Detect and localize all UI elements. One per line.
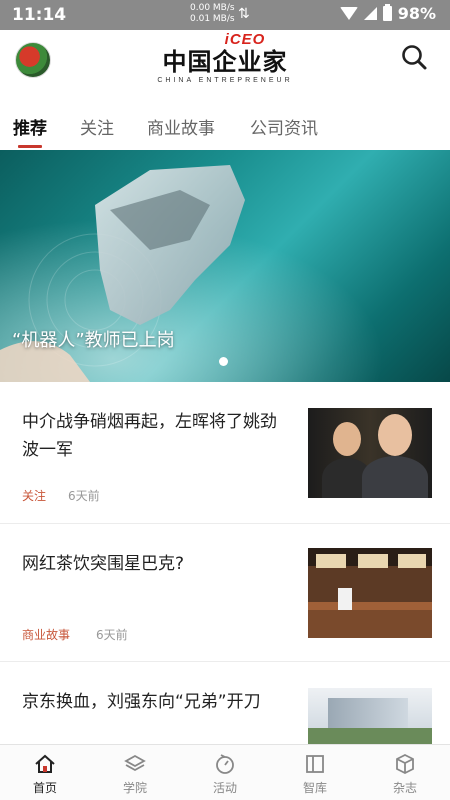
article-time: 6天前 xyxy=(96,628,128,642)
logo-subtext: CHINA ENTREPRENEUR xyxy=(157,77,293,84)
home-icon xyxy=(35,754,55,773)
tab-recommend[interactable]: 推荐 xyxy=(13,114,47,139)
nav-label: 智库 xyxy=(302,781,327,795)
app-header: iCEO 中国企业家 CHINA ENTREPRENEUR xyxy=(0,30,450,96)
banner-carousel[interactable]: “机器人”教师已上岗 xyxy=(0,150,450,382)
article-item[interactable]: 中介战争硝烟再起，左晖将了姚劲波一军 关注 6天前 xyxy=(0,384,450,524)
bottom-navigation: 首页 学院 活动 智库 杂志 xyxy=(0,744,450,800)
signal-icon xyxy=(363,7,377,20)
article-thumbnail xyxy=(308,688,432,744)
battery-level: 98% xyxy=(397,4,436,23)
network-up: 0.00 MB/s xyxy=(190,3,235,13)
search-icon[interactable] xyxy=(400,43,428,71)
nav-label: 杂志 xyxy=(392,781,417,795)
activity-icon xyxy=(216,754,234,774)
nav-home[interactable]: 首页 xyxy=(0,745,90,800)
avatar[interactable] xyxy=(15,42,51,78)
nav-label: 学院 xyxy=(122,781,147,795)
article-tag: 关注 xyxy=(22,489,47,503)
nav-think-tank[interactable]: 智库 xyxy=(270,745,360,800)
status-time: 11:14 xyxy=(12,5,67,25)
layers-icon xyxy=(124,754,146,772)
article-title: 网红茶饮突围星巴克? xyxy=(22,554,185,574)
app-logo: iCEO 中国企业家 CHINA ENTREPRENEUR xyxy=(150,32,300,90)
logo-text: 中国企业家 xyxy=(162,47,288,76)
logo-mark: iCEO xyxy=(224,31,266,48)
nav-label: 活动 xyxy=(212,781,237,795)
battery-icon xyxy=(382,4,392,21)
tab-company-news[interactable]: 公司资讯 xyxy=(250,114,318,139)
tab-follow[interactable]: 关注 xyxy=(80,114,114,139)
banner-title: “机器人”教师已上岗 xyxy=(12,330,175,351)
article-item[interactable]: 网红茶饮突围星巴克? 商业故事 6天前 xyxy=(0,522,450,662)
article-title: 中介战争硝烟再起，左晖将了姚劲波一军 xyxy=(22,412,277,460)
nav-magazine[interactable]: 杂志 xyxy=(360,745,450,800)
wifi-icon xyxy=(339,7,358,20)
nav-label: 首页 xyxy=(32,781,57,795)
nav-events[interactable]: 活动 xyxy=(180,745,270,800)
status-bar: 11:14 0.00 MB/s 0.01 MB/s ⇅ 98% xyxy=(0,0,450,30)
category-tabs: 推荐 关注 商业故事 公司资讯 xyxy=(0,106,450,150)
article-thumbnail xyxy=(308,408,432,498)
box-icon xyxy=(396,753,414,775)
nav-academy[interactable]: 学院 xyxy=(90,745,180,800)
carousel-indicator xyxy=(219,357,228,366)
article-tag: 商业故事 xyxy=(22,628,71,642)
book-icon xyxy=(306,755,324,773)
article-title: 京东换血，刘强东向“兄弟”开刀 xyxy=(22,692,261,712)
data-transfer-icon: ⇅ xyxy=(238,6,250,22)
tab-active-indicator xyxy=(18,145,42,148)
article-time: 6天前 xyxy=(68,489,100,503)
tab-business-stories[interactable]: 商业故事 xyxy=(147,114,215,139)
network-down: 0.01 MB/s xyxy=(190,14,235,24)
network-speed: 0.00 MB/s 0.01 MB/s xyxy=(190,3,235,25)
article-thumbnail xyxy=(308,548,432,638)
